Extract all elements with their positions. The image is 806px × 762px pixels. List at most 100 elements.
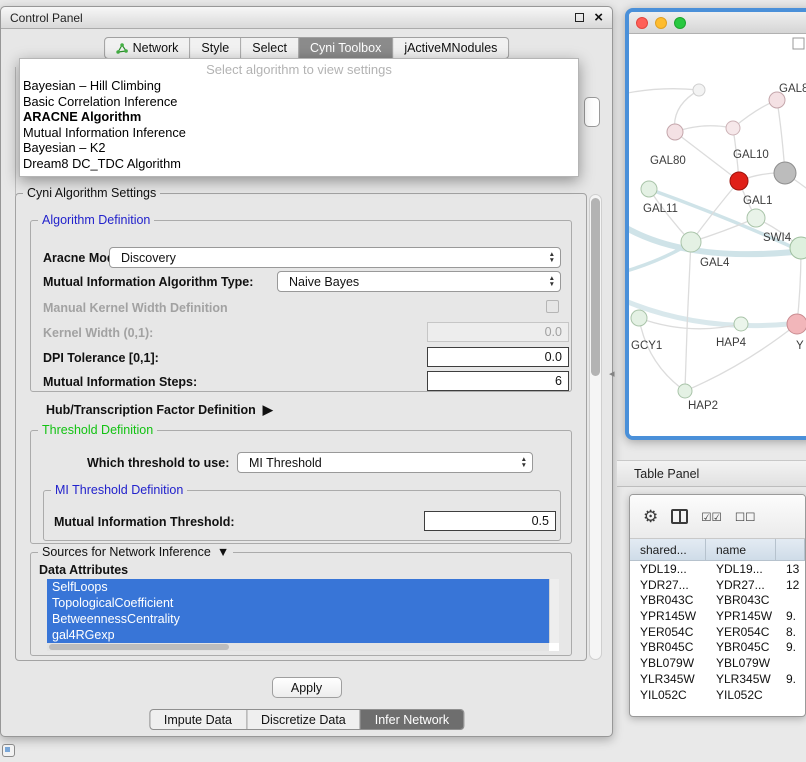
settings-scrollbar-thumb[interactable] <box>591 198 600 376</box>
network-edge[interactable] <box>685 324 797 391</box>
data-attribute-item-gal4rgexp[interactable]: gal4RGexp <box>47 627 549 643</box>
close-traffic-light[interactable] <box>636 17 648 29</box>
collapse-down-icon[interactable]: ▼ <box>217 545 229 559</box>
table-cell: YDR27... <box>630 577 706 593</box>
algorithm-option-dream8-dc-tdc-algorithm[interactable]: Dream8 DC_TDC Algorithm <box>20 156 578 172</box>
hub-definition-label: Hub/Transcription Factor Definition <box>46 403 256 417</box>
network-node-label: GAL4 <box>700 257 730 269</box>
bottom-tab-infer-network[interactable]: Infer Network <box>361 710 463 729</box>
table-row[interactable]: YBR045CYBR045C9. <box>630 639 805 655</box>
mi-steps-input[interactable] <box>427 371 569 391</box>
float-window-icon[interactable] <box>575 13 584 22</box>
network-edge[interactable] <box>691 181 739 242</box>
table-row[interactable]: YLR345WYLR345W9. <box>630 671 805 687</box>
collapse-right-icon[interactable]: ▶ <box>263 402 273 418</box>
network-node-gal11[interactable] <box>641 181 657 197</box>
data-attribute-item-selfloops[interactable]: SelfLoops <box>47 579 549 595</box>
mi-threshold-group-title: MI Threshold Definition <box>51 483 187 497</box>
mi-type-select[interactable]: Naive Bayes ▲▼ <box>277 271 561 292</box>
select-all-checkboxes-icon[interactable]: ☑☑ <box>701 510 722 524</box>
sources-group-title[interactable]: Sources for Network Inference ▼ <box>38 545 233 559</box>
network-node-gal10[interactable] <box>730 172 748 190</box>
table-row[interactable]: YBL079WYBL079W <box>630 655 805 671</box>
bottom-tab-impute-data[interactable]: Impute Data <box>150 710 247 729</box>
data-attribute-item-topologicalcoefficient[interactable]: TopologicalCoefficient <box>47 595 549 611</box>
table-row[interactable]: YDR27...YDR27...12 <box>630 577 805 593</box>
dpi-tolerance-input[interactable] <box>427 347 569 367</box>
data-attribute-item-betweennesscentrality[interactable]: BetweennessCentrality <box>47 611 549 627</box>
attributes-horizontal-scrollbar[interactable] <box>47 643 549 651</box>
table-row[interactable]: YER054CYER054C8. <box>630 624 805 640</box>
dpi-tolerance-label: DPI Tolerance [0,1]: <box>43 351 159 365</box>
network-node-gcy1[interactable] <box>631 310 647 326</box>
table-row[interactable]: YPR145WYPR145W9. <box>630 608 805 624</box>
algorithm-option-bayesian-hill-climbing[interactable]: Bayesian – Hill Climbing <box>20 78 578 94</box>
zoom-traffic-light[interactable] <box>674 17 686 29</box>
close-icon[interactable]: × <box>594 10 603 25</box>
algorithm-option-bayesian-k2[interactable]: Bayesian – K2 <box>20 140 578 156</box>
control-panel-titlebar[interactable]: Control Panel × <box>1 7 612 29</box>
table-cell: YIL052C <box>630 687 706 703</box>
algorithm-option-aracne-algorithm[interactable]: ARACNE Algorithm <box>20 109 578 125</box>
which-threshold-select[interactable]: MI Threshold ▲▼ <box>237 452 533 473</box>
table-cell: YDL19... <box>706 561 776 577</box>
tab-network[interactable]: Network <box>105 38 191 58</box>
canvas-checkbox-icon[interactable] <box>793 38 804 49</box>
network-node[interactable] <box>693 84 705 96</box>
network-node[interactable] <box>774 162 796 184</box>
minimized-panel-icon[interactable] <box>2 744 15 757</box>
table-row[interactable]: YDL19...YDL19...13 <box>630 561 805 577</box>
mi-threshold-input[interactable] <box>424 511 556 531</box>
algorithm-option-mutual-information-inference[interactable]: Mutual Information Inference <box>20 125 578 141</box>
algorithm-option-basic-correlation-inference[interactable]: Basic Correlation Inference <box>20 94 578 110</box>
network-node-y[interactable] <box>787 314 806 334</box>
network-node[interactable] <box>726 121 740 135</box>
table-column-header[interactable]: shared... <box>630 539 706 560</box>
tab-jactivemnodules[interactable]: jActiveMNodules <box>393 38 508 58</box>
table-cell: YER054C <box>630 624 706 640</box>
data-attributes-list[interactable]: SelfLoopsTopologicalCoefficientBetweenne… <box>47 579 559 651</box>
network-view-titlebar[interactable] <box>629 12 806 34</box>
table-row[interactable]: YBR043CYBR043C <box>630 592 805 608</box>
table-cell: YPR145W <box>630 608 706 624</box>
bottom-tab-discretize-data[interactable]: Discretize Data <box>247 710 361 729</box>
network-edge[interactable] <box>629 248 682 272</box>
network-view-window: GAL8GAL80GAL10GAL1GAL11SWI4GAL4GCY1HAP4Y… <box>625 8 806 440</box>
network-edge[interactable] <box>629 89 699 94</box>
attributes-vertical-scrollbar[interactable] <box>549 579 559 643</box>
network-edge[interactable] <box>639 318 685 391</box>
tab-cyni-toolbox[interactable]: Cyni Toolbox <box>299 38 393 58</box>
network-canvas[interactable]: GAL8GAL80GAL10GAL1GAL11SWI4GAL4GCY1HAP4Y… <box>629 34 806 436</box>
network-node-hap2[interactable] <box>678 384 692 398</box>
panel-splitter-handle[interactable]: ◂ <box>609 367 615 380</box>
table-column-header[interactable]: name <box>706 539 776 560</box>
kernel-width-input[interactable] <box>427 322 569 342</box>
table-column-header[interactable] <box>776 539 805 560</box>
network-edge[interactable] <box>685 242 691 391</box>
network-node-gal4[interactable] <box>681 232 701 252</box>
tab-style[interactable]: Style <box>190 38 241 58</box>
apply-button[interactable]: Apply <box>272 677 342 698</box>
tab-select[interactable]: Select <box>241 38 299 58</box>
minimize-traffic-light[interactable] <box>655 17 667 29</box>
deselect-all-checkboxes-icon[interactable]: ☐☐ <box>735 510 756 524</box>
table-cell: YIL052C <box>706 687 776 703</box>
network-node-label: GAL80 <box>650 155 686 167</box>
columns-icon[interactable] <box>671 509 688 524</box>
aracne-mode-select[interactable]: Discovery ▲▼ <box>109 247 561 268</box>
table-cell: YBL079W <box>630 655 706 671</box>
table-toolbar: ⚙ ☑☑ ☐☐ <box>630 495 805 539</box>
network-edge[interactable] <box>629 300 789 326</box>
table-row[interactable]: YIL052CYIL052C <box>630 687 805 703</box>
network-edge[interactable] <box>675 126 733 132</box>
table-panel-header[interactable]: Table Panel <box>617 460 806 487</box>
settings-scrollbar[interactable] <box>589 194 602 660</box>
gear-icon[interactable]: ⚙ <box>643 508 658 525</box>
manual-kernel-checkbox[interactable] <box>546 300 559 313</box>
table-header-row: shared...name <box>630 539 805 561</box>
network-node-gal1[interactable] <box>747 209 765 227</box>
network-node-hap4[interactable] <box>734 317 748 331</box>
hub-definition-section[interactable]: Hub/Transcription Factor Definition ▶ <box>46 402 273 418</box>
control-panel-window: Control Panel × NetworkStyleSelectCyni T… <box>0 6 613 737</box>
network-node-gal80[interactable] <box>667 124 683 140</box>
